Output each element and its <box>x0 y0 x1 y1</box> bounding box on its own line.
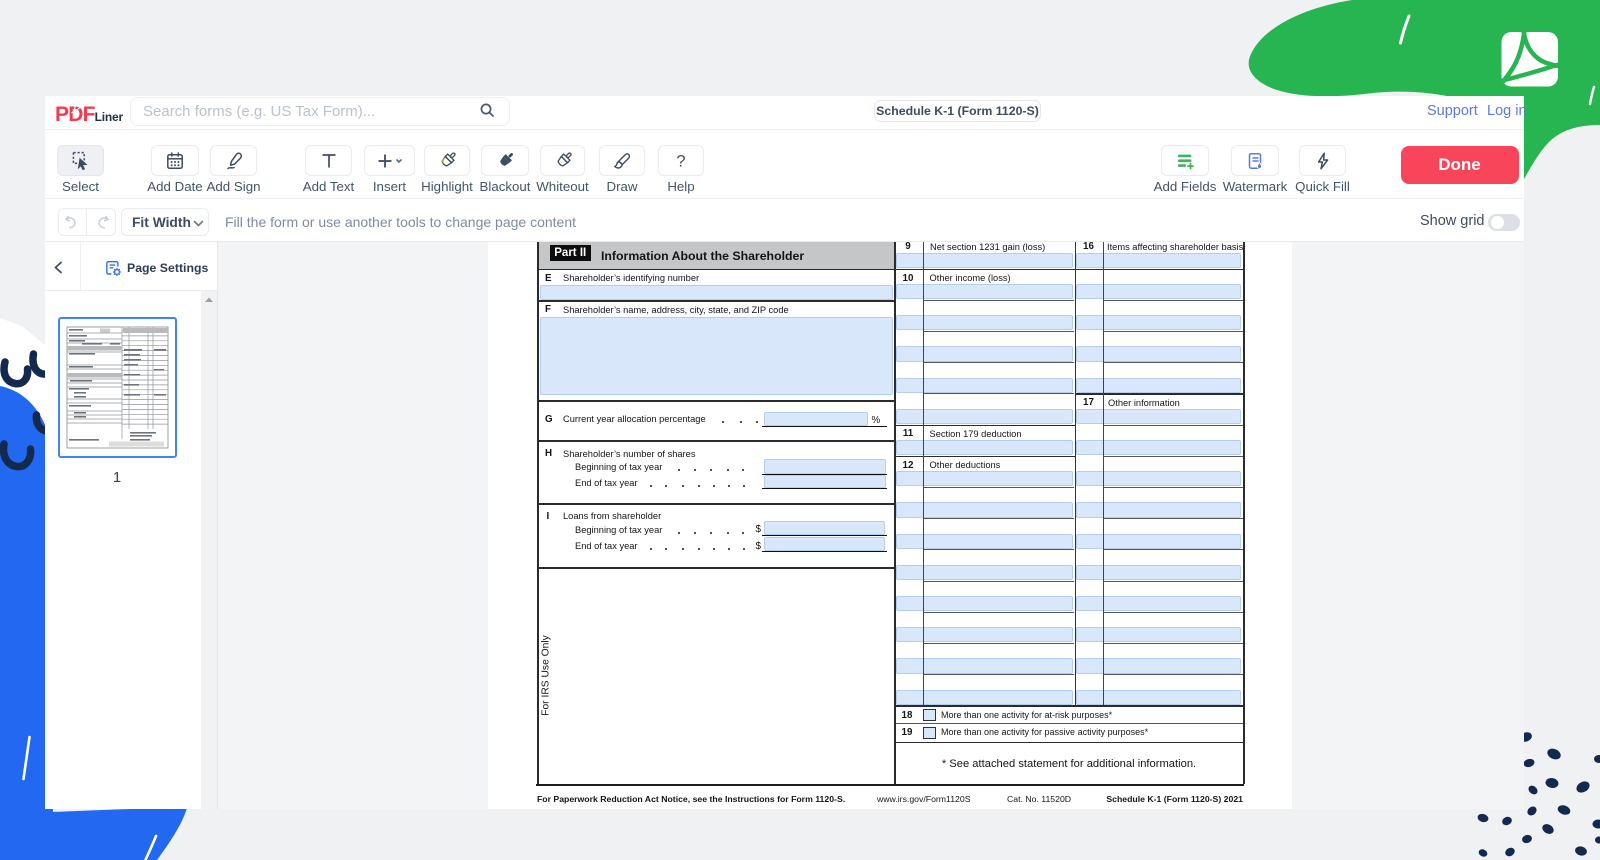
svg-text:?: ? <box>676 152 685 170</box>
